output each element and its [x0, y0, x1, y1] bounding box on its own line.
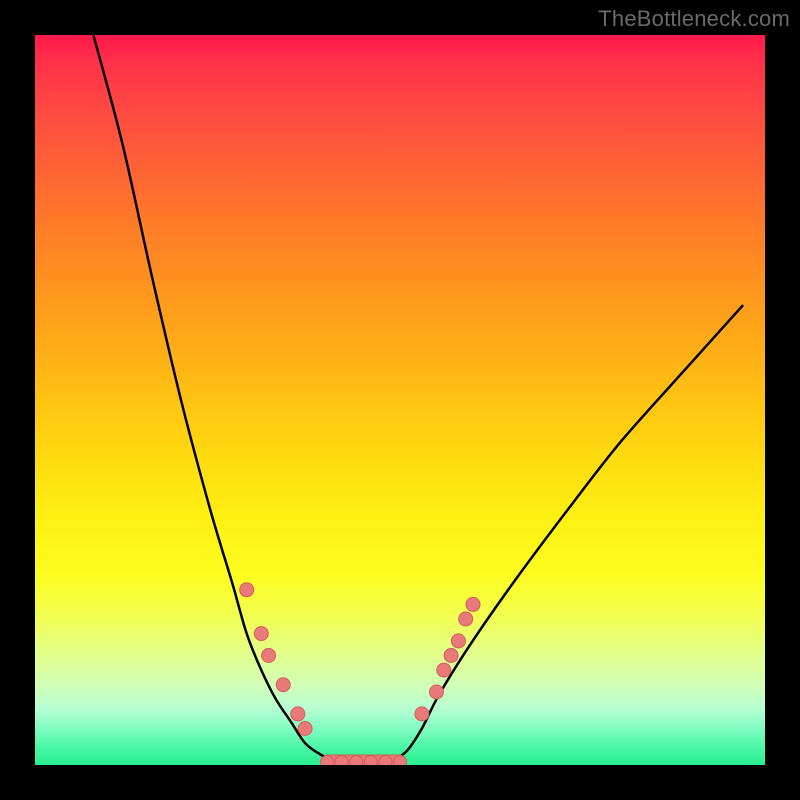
markers-left-wall — [240, 583, 312, 736]
data-marker — [262, 649, 276, 663]
data-marker — [335, 756, 348, 766]
watermark-text: TheBottleneck.com — [598, 6, 790, 32]
data-marker — [415, 707, 429, 721]
data-marker — [394, 756, 407, 766]
data-marker — [437, 663, 451, 677]
data-marker — [298, 722, 312, 736]
data-marker — [276, 678, 290, 692]
data-marker — [291, 707, 305, 721]
markers-right-wall — [415, 597, 480, 721]
data-marker — [254, 627, 268, 641]
chart-frame: TheBottleneck.com — [0, 0, 800, 800]
plot-area — [35, 35, 765, 765]
data-marker — [444, 649, 458, 663]
data-marker — [379, 756, 392, 766]
data-marker — [466, 597, 480, 611]
curve-right-branch — [393, 305, 743, 761]
data-marker — [350, 756, 363, 766]
data-marker — [321, 756, 334, 766]
curve-left-branch — [93, 35, 334, 761]
markers-valley-flat — [321, 755, 407, 765]
curve-layer — [35, 35, 765, 765]
data-marker — [240, 583, 254, 597]
data-marker — [364, 756, 377, 766]
data-marker — [451, 634, 465, 648]
data-marker — [430, 685, 444, 699]
data-marker — [459, 612, 473, 626]
